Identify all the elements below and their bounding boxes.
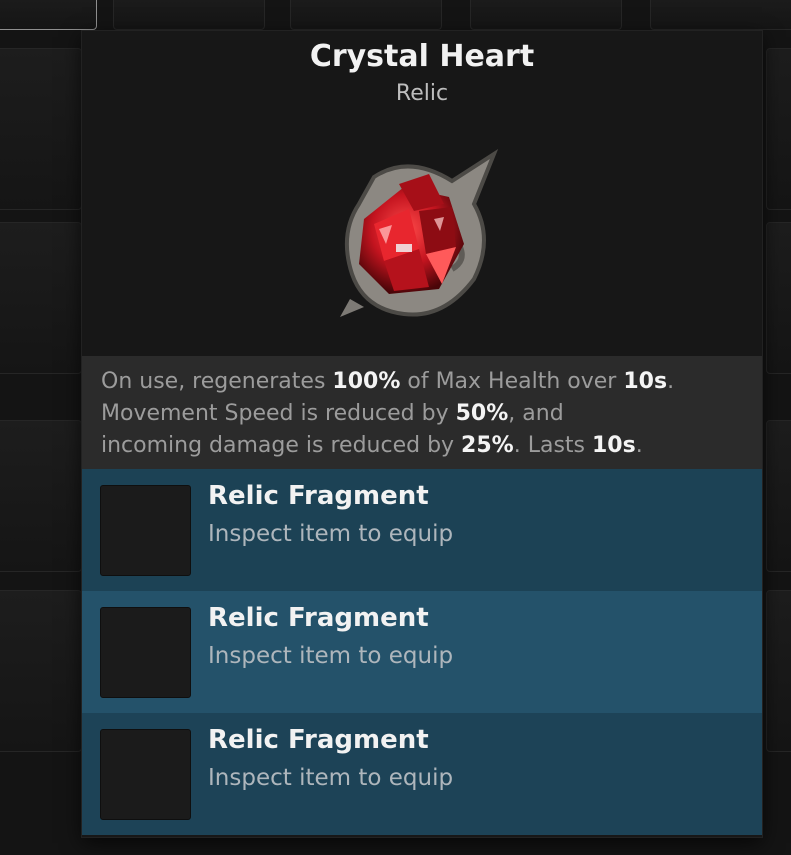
crystal-heart-relic-icon — [340, 149, 499, 317]
fragment-slot-empty-icon — [100, 729, 191, 820]
item-description: On use, regenerates 100% of Max Health o… — [82, 356, 762, 469]
inventory-slot[interactable] — [0, 0, 97, 30]
item-type: Relic — [395, 81, 449, 106]
description-line-3: incoming damage is reduced by 25%. Lasts… — [101, 433, 643, 458]
slot-name: Relic Fragment — [208, 725, 429, 755]
inventory-slot[interactable] — [766, 222, 791, 374]
relic-fragment-slot-2[interactable]: Relic Fragment Inspect item to equip — [82, 591, 762, 713]
slot-hint: Inspect item to equip — [208, 521, 454, 547]
inventory-slot[interactable] — [0, 590, 82, 752]
description-line-1: On use, regenerates 100% of Max Health o… — [101, 369, 675, 394]
item-name: Crystal Heart — [309, 39, 535, 74]
inventory-slot[interactable] — [0, 420, 82, 572]
fragment-slot-empty-icon — [100, 607, 191, 698]
inventory-slot[interactable] — [766, 420, 791, 572]
inventory-slot[interactable] — [766, 590, 791, 752]
inventory-slot[interactable] — [650, 0, 791, 30]
slot-name: Relic Fragment — [208, 481, 429, 511]
inventory-slot[interactable] — [766, 48, 791, 210]
item-tooltip: Crystal Heart Relic On use, regenerates … — [82, 31, 762, 837]
inventory-slot[interactable] — [470, 0, 622, 30]
relic-fragment-slot-1[interactable]: Relic Fragment Inspect item to equip — [82, 469, 762, 591]
relic-fragment-slot-3[interactable]: Relic Fragment Inspect item to equip — [82, 713, 762, 835]
slot-name: Relic Fragment — [208, 603, 429, 633]
inventory-slot[interactable] — [290, 0, 442, 30]
slot-hint: Inspect item to equip — [208, 765, 454, 791]
inventory-slot[interactable] — [113, 0, 265, 30]
fragment-slot-empty-icon — [100, 485, 191, 576]
inventory-slot[interactable] — [0, 222, 82, 374]
slot-hint: Inspect item to equip — [208, 643, 454, 669]
description-line-2: Movement Speed is reduced by 50%, and — [101, 401, 564, 426]
inventory-slot[interactable] — [0, 48, 82, 210]
